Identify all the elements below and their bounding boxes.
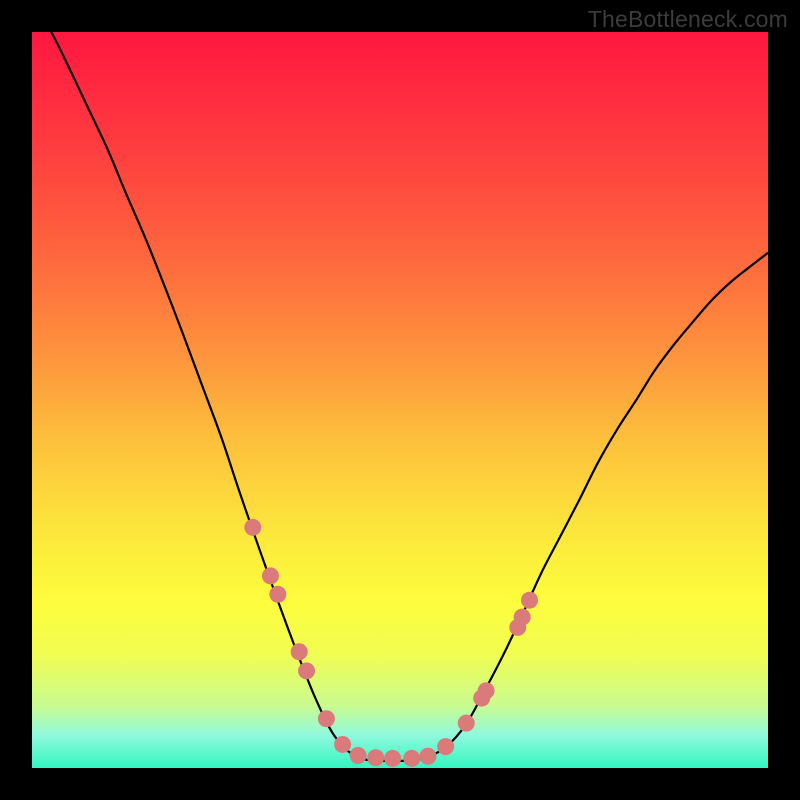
marker-dot: [514, 609, 531, 626]
watermark-text: TheBottleneck.com: [588, 6, 788, 33]
marker-dot: [384, 750, 401, 767]
marker-dot: [367, 749, 384, 766]
marker-dot: [298, 662, 315, 679]
marker-dot: [318, 710, 335, 727]
marker-dot: [521, 592, 538, 609]
marker-dot: [291, 643, 308, 660]
marker-dot: [437, 738, 454, 755]
outer-frame: TheBottleneck.com: [0, 0, 800, 800]
marker-dot: [419, 748, 436, 765]
marker-dot: [334, 736, 351, 753]
marker-dot: [403, 750, 420, 767]
marker-dot: [478, 682, 495, 699]
curve-overlay: [0, 0, 800, 800]
marker-dot: [244, 519, 261, 536]
marker-dot: [458, 715, 475, 732]
marker-dot: [350, 747, 367, 764]
marker-dot: [262, 567, 279, 584]
bottleneck-curve: [32, 3, 768, 762]
marker-dot: [269, 586, 286, 603]
